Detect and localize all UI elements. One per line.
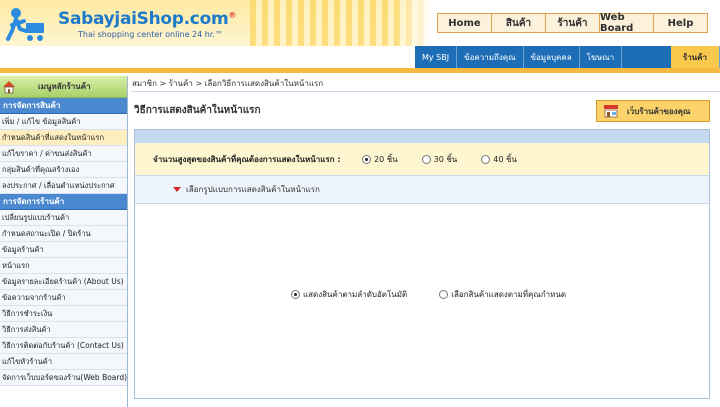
page-title: วิธีการแสดงสินค้าในหน้าแรก bbox=[134, 105, 261, 116]
radio-30[interactable] bbox=[421, 154, 431, 164]
display-options: แสดงสินค้าตามลำดับอัตโนมัติ เลือกสินค้าแ… bbox=[135, 288, 709, 301]
sidebar: เมนูหลักร้านค้า การจัดการสินค้า เพิ่ม / … bbox=[0, 76, 128, 407]
qty-option-30[interactable]: 30 ชิ้น bbox=[421, 153, 457, 166]
sidebar-item-shop-info[interactable]: ข้อมูลร้านค้า bbox=[0, 242, 127, 258]
sidebar-item-homepage-products[interactable]: กำหนดสินค้าที่แสดงในหน้าแรก bbox=[0, 130, 127, 146]
header-divider bbox=[0, 68, 720, 73]
nav-home[interactable]: Home bbox=[438, 14, 492, 32]
qty-option-20[interactable]: 20 ชิ้น bbox=[362, 153, 398, 166]
nav-help[interactable]: Help bbox=[654, 14, 707, 32]
sidebar-section-products: การจัดการสินค้า bbox=[0, 98, 127, 114]
subnav-ads[interactable]: โฆษณา bbox=[580, 46, 623, 68]
sidebar-item-payment[interactable]: วิธีการชำระเงิน bbox=[0, 306, 127, 322]
storefront-icon bbox=[604, 105, 618, 118]
sidebar-item-shipping[interactable]: วิธีการส่งสินค้า bbox=[0, 322, 127, 338]
nav-web-board[interactable]: Web Board bbox=[600, 12, 654, 34]
sidebar-item-change-theme[interactable]: เปลี่ยนรูปแบบร้านค้า bbox=[0, 210, 127, 226]
your-shop-button[interactable]: เว็บร้านค้าของคุณ bbox=[596, 100, 710, 122]
display-option-auto[interactable]: แสดงสินค้าตามลำดับอัตโนมัติ bbox=[291, 288, 407, 301]
qty-row: จำนวนสูงสุดของสินค้าที่คุณต้องการแสดงในห… bbox=[135, 143, 709, 176]
subnav-shop[interactable]: ร้านค้า bbox=[670, 46, 720, 68]
sidebar-item-post-ads[interactable]: ลงประกาศ / เลื่อนตำแหน่งประกาศ bbox=[0, 178, 127, 194]
sidebar-item-web-board[interactable]: จัดการเว็บบอร์ดของร้าน(Web Board) bbox=[0, 370, 127, 386]
radio-custom[interactable] bbox=[439, 290, 449, 299]
radio-40[interactable] bbox=[481, 154, 491, 164]
sidebar-item-front-page[interactable]: หน้าแรก bbox=[0, 258, 127, 274]
radio-auto-selected[interactable] bbox=[291, 290, 300, 299]
tagline: Thai shopping center online 24 hr.™ bbox=[78, 30, 223, 39]
sidebar-item-open-close[interactable]: กำหนดสถานะเปิด / ปิดร้าน bbox=[0, 226, 127, 242]
sidebar-item-custom-groups[interactable]: กลุ่มสินค้าที่คุณสร้างเอง bbox=[0, 162, 127, 178]
sidebar-home[interactable]: เมนูหลักร้านค้า bbox=[0, 76, 127, 98]
subnav-my-sbj[interactable]: My SBJ bbox=[415, 46, 458, 68]
page: SabayjaiShop.com® Thai shopping center o… bbox=[0, 0, 720, 407]
sidebar-item-edit-products[interactable]: เพิ่ม / แก้ไข ข้อมูลสินค้า bbox=[0, 114, 127, 130]
subnav-messages[interactable]: ข้อความถึงคุณ bbox=[457, 46, 524, 68]
radio-20-selected[interactable] bbox=[362, 154, 371, 164]
sidebar-item-price-shipping[interactable]: แก้ไขราคา / ค่าขนส่งสินค้า bbox=[0, 146, 127, 162]
nav-products[interactable]: สินค้า bbox=[492, 14, 546, 32]
sidebar-item-contact-us[interactable]: วิธีการติดต่อกับร้านค้า (Contact Us) bbox=[0, 338, 127, 354]
sidebar-item-shop-header[interactable]: แก้ไขหัวร้านค้า bbox=[0, 354, 127, 370]
nav-shops[interactable]: ร้านค้า bbox=[546, 14, 600, 32]
qty-option-40[interactable]: 40 ชิ้น bbox=[481, 153, 517, 166]
display-option-custom[interactable]: เลือกสินค้าแสดงตามที่คุณกำหนด bbox=[439, 288, 566, 301]
subnav-profile[interactable]: ข้อมูลบุคคล bbox=[524, 46, 580, 68]
logo-text[interactable]: SabayjaiShop.com® bbox=[58, 9, 236, 29]
shopping-cart-person-icon[interactable] bbox=[6, 7, 48, 43]
layout-toggle[interactable]: เลือกรูปแบบการแสดงสินค้าในหน้าแรก bbox=[135, 176, 709, 204]
sidebar-item-about-us[interactable]: ข้อมูลรายละเอียดร้านค้า (About Us) bbox=[0, 274, 127, 290]
breadcrumb: สมาชิก > ร้านค้า > เลือกวิธีการแสดงสินค้… bbox=[132, 79, 324, 88]
sidebar-item-shop-message[interactable]: ข้อความจากร้านค้า bbox=[0, 290, 127, 306]
home-icon bbox=[3, 80, 15, 93]
top-nav: Home สินค้า ร้านค้า Web Board Help bbox=[437, 12, 708, 34]
qty-label: จำนวนสูงสุดของสินค้าที่คุณต้องการแสดงในห… bbox=[153, 154, 341, 164]
settings-panel: จำนวนสูงสุดของสินค้าที่คุณต้องการแสดงในห… bbox=[134, 129, 710, 399]
sub-nav: My SBJ ข้อความถึงคุณ ข้อมูลบุคคล โฆษณา ร… bbox=[415, 46, 720, 68]
triangle-down-icon bbox=[173, 187, 181, 192]
header: SabayjaiShop.com® Thai shopping center o… bbox=[0, 0, 720, 68]
sidebar-section-shop: การจัดการร้านค้า bbox=[0, 194, 127, 210]
